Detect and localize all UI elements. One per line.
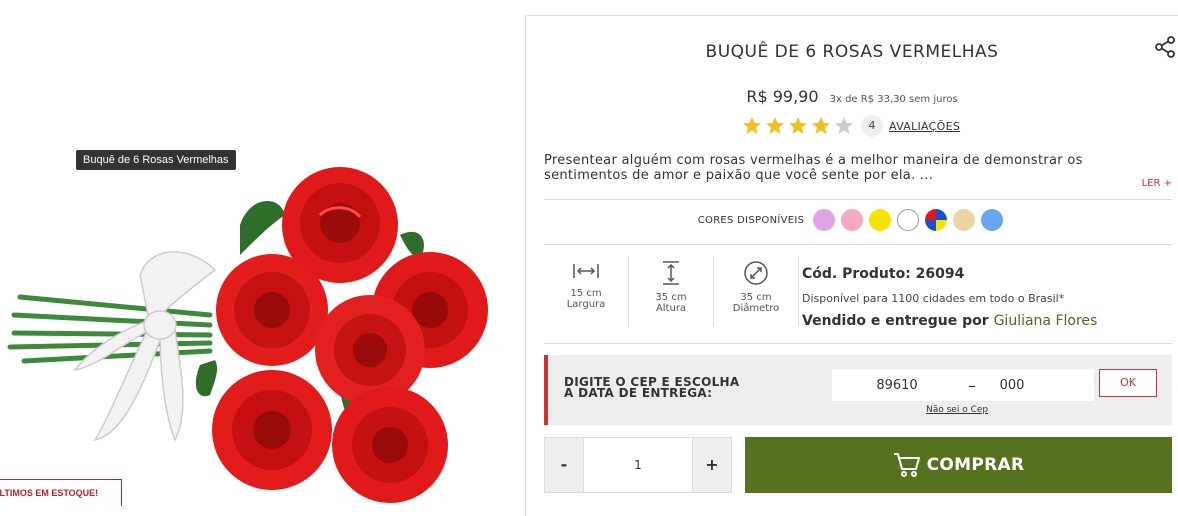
quantity-input[interactable]: 1 — [583, 438, 693, 492]
buy-button[interactable]: COMPRAR — [745, 437, 1172, 493]
cep-label: DIGITE O CEP E ESCOLHA A DATA DE ENTREGA… — [564, 376, 739, 400]
increase-quantity-button[interactable]: + — [693, 438, 731, 492]
divider — [544, 343, 1172, 344]
width-icon — [573, 264, 599, 278]
cep-box: DIGITE O CEP E ESCOLHA A DATA DE ENTREGA… — [544, 355, 1172, 425]
product-image[interactable] — [0, 165, 500, 506]
cart-icon — [893, 453, 920, 477]
available-colors: CORES DISPONÍVEIS — [526, 209, 1178, 231]
rating[interactable]: 4 AVALIAÇÕES — [742, 115, 960, 137]
seller-prefix: Vendido e entregue por — [802, 313, 989, 329]
cep-label-line2: A DATA DE ENTREGA: — [564, 386, 713, 400]
dimension-label: Diâmetro — [732, 303, 780, 314]
height-icon — [663, 261, 679, 285]
availability: Disponível para 1100 cidades em todo o B… — [802, 292, 1065, 305]
star-filled-icon — [812, 117, 830, 134]
dont-know-cep-link[interactable]: Não sei o Cep — [926, 405, 988, 415]
colors-label: CORES DISPONÍVEIS — [697, 214, 805, 226]
price-row: R$ 99,90 3x de R$ 33,30 sem juros — [526, 87, 1178, 106]
stock-badge: ÚLTIMOS EM ESTOQUE! — [0, 479, 122, 506]
quantity-stepper: - 1 + — [544, 437, 732, 493]
reviews-link[interactable]: AVALIAÇÕES — [889, 120, 960, 133]
dimension-width: 15 cm Largura — [544, 256, 629, 326]
buy-label: COMPRAR — [926, 455, 1025, 475]
dimension-value: 15 cm — [570, 288, 602, 299]
star-empty-icon — [835, 117, 853, 134]
price: R$ 99,90 — [746, 87, 819, 106]
color-swatch[interactable] — [925, 209, 948, 231]
star-filled-icon — [789, 117, 807, 134]
divider — [544, 244, 1172, 245]
share-icon[interactable] — [1154, 36, 1176, 58]
color-swatch[interactable] — [841, 209, 864, 231]
cep-dash: – — [968, 375, 976, 395]
product-info: Cód. Produto: 26094 Disponível para 1100… — [802, 266, 1097, 329]
cep-input-part1[interactable]: 89610 — [832, 378, 962, 393]
read-more-link[interactable]: LER + — [1142, 178, 1172, 189]
product-code: Cód. Produto: 26094 — [802, 266, 965, 282]
product-panel: BUQUÊ DE 6 ROSAS VERMELHAS R$ 99,90 3x d… — [525, 15, 1178, 516]
rose — [332, 387, 448, 503]
seller-name[interactable]: Giuliana Flores — [994, 313, 1098, 329]
dimension-value: 35 cm — [740, 292, 772, 303]
color-swatches — [810, 209, 1006, 231]
color-swatch[interactable] — [813, 209, 836, 231]
dimension-value: 35 cm — [655, 292, 687, 303]
product-description: Presentear alguém com rosas vermelhas é … — [544, 153, 1083, 183]
cep-input-part2[interactable]: 000 — [982, 378, 1042, 393]
installments: 3x de R$ 33,30 sem juros — [829, 94, 958, 105]
seller: Vendido e entregue por Giuliana Flores — [802, 313, 1097, 329]
cep-ok-button[interactable]: OK — [1099, 369, 1157, 397]
color-swatch[interactable] — [953, 209, 976, 231]
decrease-quantity-button[interactable]: - — [545, 438, 583, 492]
color-swatch[interactable] — [981, 209, 1004, 231]
dimension-height: 35 cm Altura — [629, 256, 714, 326]
divider — [544, 199, 1172, 200]
color-swatch[interactable] — [897, 209, 920, 231]
dimension-label: Largura — [566, 299, 606, 310]
dimension-diameter: 35 cm Diâmetro — [714, 256, 799, 326]
dimension-label: Altura — [655, 303, 687, 314]
star-filled-icon — [766, 117, 784, 134]
star-filled-icon — [743, 117, 761, 134]
star-rating — [742, 116, 857, 136]
rose — [315, 295, 425, 405]
diameter-icon — [744, 261, 768, 285]
dimensions: 15 cm Largura 35 cm Altura 35 cm Diâmetr… — [544, 256, 800, 326]
cep-inputs: 89610 – 000 — [832, 369, 1094, 401]
review-count: 4 — [861, 115, 883, 137]
color-swatch[interactable] — [869, 209, 892, 231]
rose — [216, 254, 328, 366]
rose — [212, 370, 332, 490]
product-title: BUQUÊ DE 6 ROSAS VERMELHAS — [705, 42, 999, 62]
